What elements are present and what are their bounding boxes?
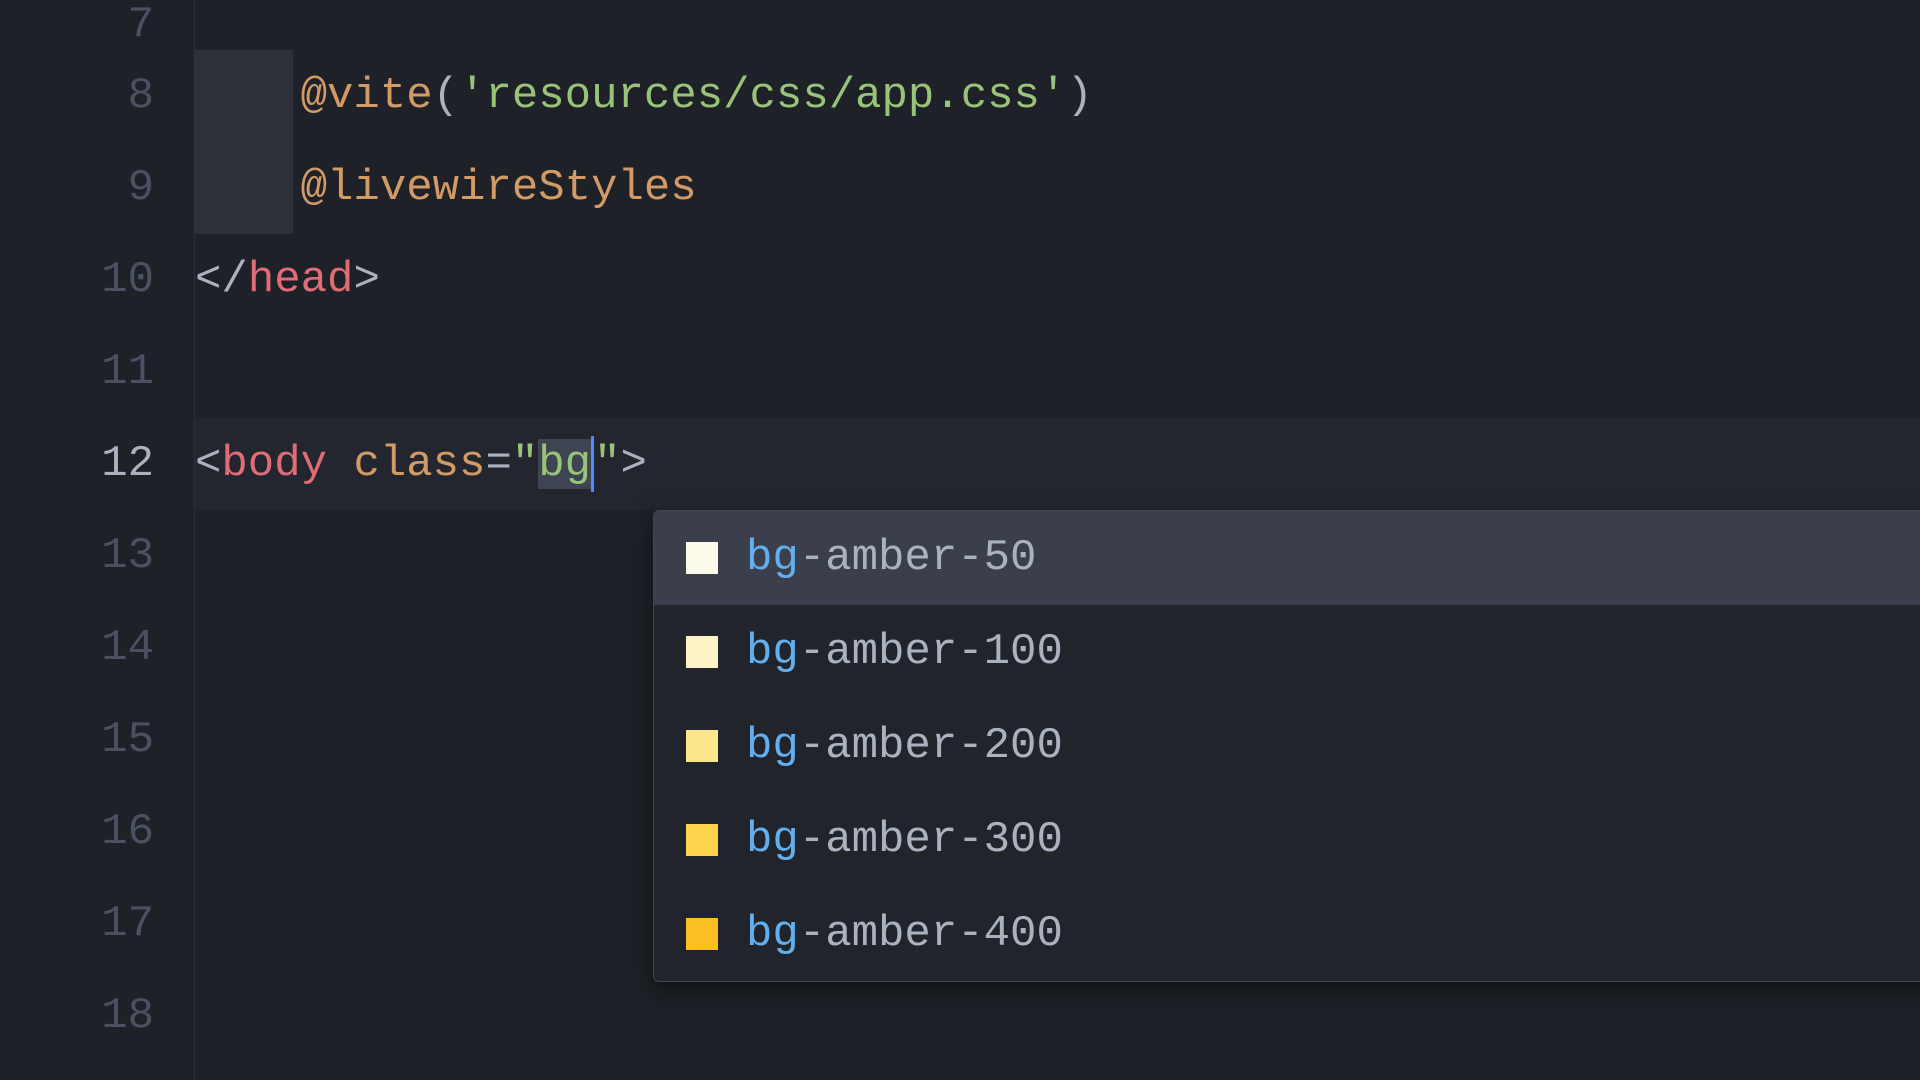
autocomplete-match: bg bbox=[746, 627, 799, 677]
code-line[interactable] bbox=[195, 326, 1920, 418]
line-number: 18 bbox=[0, 970, 194, 1062]
tag-close: > bbox=[621, 439, 647, 489]
autocomplete-item[interactable]: bg-amber-200 bbox=[654, 699, 1920, 793]
autocomplete-rest: -amber-300 bbox=[799, 815, 1063, 865]
code-area[interactable]: @vite('resources/css/app.css') @livewire… bbox=[195, 0, 1920, 1080]
autocomplete-item[interactable]: bg-amber-300 bbox=[654, 793, 1920, 887]
line-number: 14 bbox=[0, 602, 194, 694]
quote-open: " bbox=[512, 439, 538, 489]
line-number: 13 bbox=[0, 510, 194, 602]
line-number: 17 bbox=[0, 878, 194, 970]
color-swatch-icon bbox=[686, 542, 718, 574]
code-line-active[interactable]: <body class="bg"> bbox=[195, 418, 1920, 510]
line-number: 8 bbox=[0, 50, 194, 142]
quote-close: " bbox=[594, 439, 620, 489]
paren-open: ( bbox=[433, 71, 459, 121]
blade-directive: @vite bbox=[301, 71, 433, 121]
code-line[interactable] bbox=[195, 0, 1920, 50]
autocomplete-rest: -amber-50 bbox=[799, 533, 1037, 583]
html-tag: head bbox=[248, 255, 354, 305]
line-number: 15 bbox=[0, 694, 194, 786]
html-attr: class bbox=[353, 439, 485, 489]
blade-directive: @livewireStyles bbox=[301, 163, 697, 213]
line-number: 10 bbox=[0, 234, 194, 326]
tag-open: </ bbox=[195, 255, 248, 305]
color-swatch-icon bbox=[686, 730, 718, 762]
code-line[interactable]: @livewireStyles bbox=[195, 142, 1920, 234]
attr-value-typed: bg bbox=[538, 439, 591, 489]
paren-close: ) bbox=[1066, 71, 1092, 121]
autocomplete-rest: -amber-400 bbox=[799, 909, 1063, 959]
code-line[interactable]: @vite('resources/css/app.css') bbox=[195, 50, 1920, 142]
tag-open: < bbox=[195, 439, 221, 489]
autocomplete-popup: bg-amber-50 bg-amber-100 bg-amber-200 bg… bbox=[653, 510, 1920, 982]
autocomplete-match: bg bbox=[746, 815, 799, 865]
line-number-active: 12 bbox=[0, 418, 194, 510]
autocomplete-item[interactable]: bg-amber-50 bbox=[654, 511, 1920, 605]
autocomplete-match: bg bbox=[746, 909, 799, 959]
tag-close: > bbox=[353, 255, 379, 305]
line-number-gutter: 7 8 9 10 11 12 13 14 15 16 17 18 bbox=[0, 0, 195, 1080]
autocomplete-rest: -amber-100 bbox=[799, 627, 1063, 677]
code-line[interactable]: </head> bbox=[195, 234, 1920, 326]
line-number: 9 bbox=[0, 142, 194, 234]
autocomplete-match: bg bbox=[746, 533, 799, 583]
line-number: 7 bbox=[0, 0, 194, 50]
space bbox=[327, 439, 353, 489]
line-number: 16 bbox=[0, 786, 194, 878]
code-editor: 7 8 9 10 11 12 13 14 15 16 17 18 @vite('… bbox=[0, 0, 1920, 1080]
string-literal: 'resources/css/app.css' bbox=[459, 71, 1066, 121]
color-swatch-icon bbox=[686, 636, 718, 668]
autocomplete-item[interactable]: bg-amber-100 bbox=[654, 605, 1920, 699]
code-line[interactable] bbox=[195, 970, 1920, 1062]
equals: = bbox=[485, 439, 511, 489]
html-tag: body bbox=[221, 439, 327, 489]
autocomplete-item[interactable]: bg-amber-400 bbox=[654, 887, 1920, 981]
color-swatch-icon bbox=[686, 824, 718, 856]
text-cursor bbox=[591, 436, 594, 492]
color-swatch-icon bbox=[686, 918, 718, 950]
line-number: 11 bbox=[0, 326, 194, 418]
autocomplete-rest: -amber-200 bbox=[799, 721, 1063, 771]
autocomplete-match: bg bbox=[746, 721, 799, 771]
